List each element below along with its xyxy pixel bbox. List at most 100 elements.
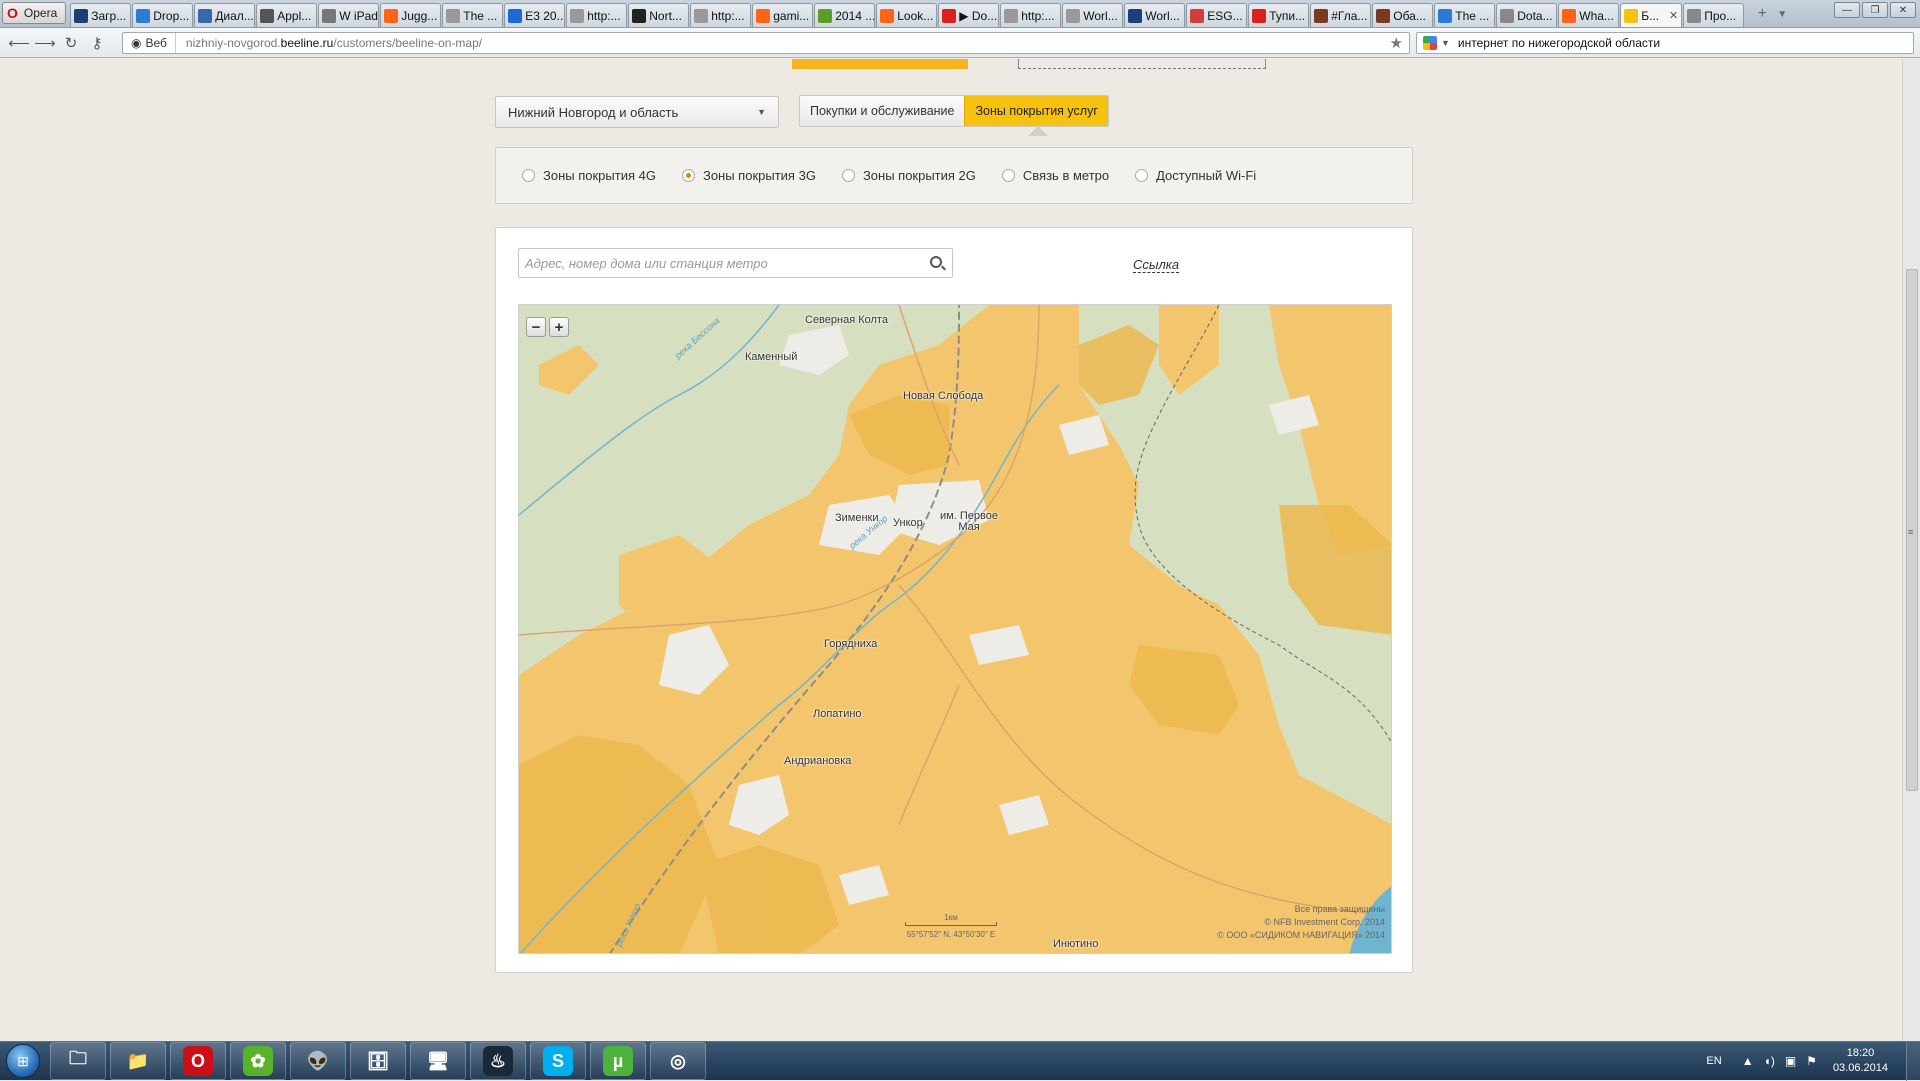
browser-tab[interactable]: #Гла... <box>1310 3 1372 27</box>
taskbar-app-button[interactable]: ◎ <box>650 1042 706 1080</box>
close-tab-icon[interactable]: ✕ <box>1669 9 1678 22</box>
browser-tab[interactable]: http:... <box>566 3 628 27</box>
chat-tab-icon <box>198 8 213 23</box>
windows-taskbar: ⊞ 🗀 📁 O ✿ 👽 🗄 🖥 ♨ Sµ ◎ EN ▲ ◖) ▣ ⚑ 18:20 03.06.20… <box>0 1041 1920 1081</box>
place-label: им. Первое Мая <box>940 510 998 533</box>
bookmark-star-icon[interactable]: ★ <box>1390 34 1409 52</box>
browser-tab[interactable]: Про... <box>1683 3 1745 27</box>
network-icon[interactable]: ▣ <box>1785 1054 1796 1068</box>
clock[interactable]: 18:20 03.06.2014 <box>1833 1046 1888 1076</box>
taskbar-app-button[interactable]: ✿ <box>230 1042 286 1080</box>
map-canvas <box>519 305 1391 953</box>
browser-tab[interactable]: ESG... <box>1186 3 1248 27</box>
close-window-button[interactable]: ✕ <box>1890 2 1916 18</box>
search-icon[interactable] <box>930 256 942 268</box>
back-icon[interactable]: ⟵ <box>6 32 32 54</box>
tray-expand-icon[interactable]: ▲ <box>1742 1054 1754 1068</box>
language-indicator[interactable]: EN <box>1706 1055 1721 1067</box>
radio-button-icon[interactable] <box>522 169 535 182</box>
green-tab-icon <box>818 8 833 23</box>
vertical-scrollbar[interactable]: ≡ <box>1902 59 1920 1041</box>
skype-icon: S <box>543 1046 573 1076</box>
browser-tab[interactable]: Drop... <box>132 3 194 27</box>
browser-tab[interactable]: The ... <box>442 3 504 27</box>
taskbar-app-button[interactable]: ♨ <box>470 1042 526 1080</box>
page-tab-icon <box>1066 8 1081 23</box>
taskbar-app-button[interactable]: 👽 <box>290 1042 346 1080</box>
browser-tab[interactable]: Worl... <box>1124 3 1186 27</box>
volume-icon[interactable]: ◖) <box>1764 1054 1775 1068</box>
taskbar-app-button[interactable]: 🗄 <box>350 1042 406 1080</box>
coverage-radio-option[interactable]: Связь в метро <box>1001 168 1109 183</box>
map-scale: 1км 55°57'52" N, 43°50'30" E <box>905 913 997 939</box>
coverage-radio-option[interactable]: Зоны покрытия 3G <box>681 168 816 183</box>
radio-button-icon[interactable] <box>841 169 855 182</box>
address-search-input[interactable]: Адрес, номер дома или станция метро <box>518 248 953 278</box>
minimize-button[interactable]: — <box>1834 2 1860 18</box>
show-desktop-button[interactable] <box>1906 1041 1920 1081</box>
map-copyright: Все права защищены © NFB Investment Corp… <box>1217 904 1385 940</box>
key-icon[interactable]: ⚷ <box>84 32 110 54</box>
forward-icon[interactable]: ⟶ <box>32 32 58 54</box>
coverage-map[interactable]: − + Северная Колта Каменный Новая Слобод… <box>518 304 1392 954</box>
url-text[interactable]: nizhniy-novgorod.beeline.ru/customers/be… <box>176 36 482 50</box>
tab-coverage[interactable]: Зоны покрытия услуг <box>964 96 1108 126</box>
browser-tab[interactable]: Загр... <box>70 3 132 27</box>
browser-tab[interactable]: Wha... <box>1558 3 1620 27</box>
browser-tab[interactable]: 2014 ... <box>814 3 876 27</box>
browser-tab[interactable]: Б... ✕ <box>1620 3 1683 27</box>
taskbar-app-button[interactable]: 🖥 <box>410 1042 466 1080</box>
browser-tab[interactable]: Worl... <box>1062 3 1124 27</box>
web-badge[interactable]: ◉ Веб <box>123 32 176 53</box>
address-bar[interactable]: ◉ Веб nizhniy-novgorod.beeline.ru/custome… <box>122 31 1410 54</box>
page-content: Нижний Новгород и область ▼ Покупки и об… <box>4 59 1902 1011</box>
flag-icon[interactable]: ⚑ <box>1806 1054 1817 1068</box>
new-tab-button[interactable]: + <box>1751 3 1773 25</box>
browser-tab[interactable]: Тупи... <box>1248 3 1310 27</box>
book-tab-icon <box>1376 8 1391 23</box>
browser-tab[interactable]: E3 20... <box>504 3 566 27</box>
browser-tab[interactable]: Look... <box>876 3 938 27</box>
navigation-bar: ⟵ ⟶ ↻ ⚷ ◉ Веб nizhniy-novgorod.beeline.ru… <box>0 28 1920 58</box>
browser-tab[interactable]: W iPad ... <box>318 3 380 27</box>
reload-icon[interactable]: ↻ <box>58 32 84 54</box>
radio-button-icon[interactable] <box>1135 169 1149 182</box>
coverage-radio-option[interactable]: Доступный Wi-Fi <box>1135 168 1256 183</box>
taskbar-app-button[interactable]: O <box>170 1042 226 1080</box>
taskbar-app-button[interactable]: S <box>530 1042 586 1080</box>
taskbar-app-button[interactable]: 🗀 <box>50 1042 106 1080</box>
coverage-radio-option[interactable]: Зоны покрытия 2G <box>841 168 976 183</box>
browser-tab[interactable]: Оба... <box>1372 3 1434 27</box>
zoom-in-button[interactable]: + <box>549 317 569 337</box>
start-button[interactable]: ⊞ <box>0 1042 46 1080</box>
taskbar-app-button[interactable]: µ <box>590 1042 646 1080</box>
browser-tab[interactable]: Dota... <box>1496 3 1558 27</box>
download-tab-icon <box>74 8 89 23</box>
search-field[interactable]: ▼ интернет по нижегородской области <box>1416 31 1914 54</box>
radio-button-icon[interactable] <box>681 169 695 182</box>
coverage-radio-option[interactable]: Зоны покрытия 4G <box>522 168 656 183</box>
place-label: Лопатино <box>813 708 862 720</box>
zoom-out-button[interactable]: − <box>526 317 546 337</box>
taskbar-app-button[interactable]: 📁 <box>110 1042 166 1080</box>
tab-purchases[interactable]: Покупки и обслуживание <box>800 96 965 126</box>
opera-menu-button[interactable]: O Opera <box>2 2 67 24</box>
browser-tab[interactable]: http:... <box>690 3 752 27</box>
radio-button-icon[interactable] <box>1001 169 1015 182</box>
browser-tab[interactable]: Nort... <box>628 3 690 27</box>
region-select[interactable]: Нижний Новгород и область ▼ <box>495 96 779 128</box>
taskbar-apps: 🗀 📁 O ✿ 👽 🗄 🖥 ♨ Sµ ◎ <box>46 1042 706 1080</box>
browser-tab[interactable]: The ... <box>1434 3 1496 27</box>
maximize-button[interactable]: ❐ <box>1862 2 1888 18</box>
place-label: Северная Колта <box>805 314 888 326</box>
share-link[interactable]: Ссылка <box>1133 257 1180 273</box>
search-engine-dropdown-icon[interactable]: ▼ <box>1441 38 1450 48</box>
browser-tab[interactable]: Диал... <box>194 3 256 27</box>
browser-tab[interactable]: http:... <box>1000 3 1062 27</box>
browser-tab[interactable]: ▶ Do... <box>938 3 1000 27</box>
browser-tab[interactable]: Jugg... <box>380 3 442 27</box>
browser-tab[interactable]: gami... <box>752 3 814 27</box>
tab-list-icon[interactable]: ▼ <box>1773 3 1791 25</box>
google-icon[interactable] <box>1423 35 1437 50</box>
browser-tab[interactable]: Appl... <box>256 3 318 27</box>
